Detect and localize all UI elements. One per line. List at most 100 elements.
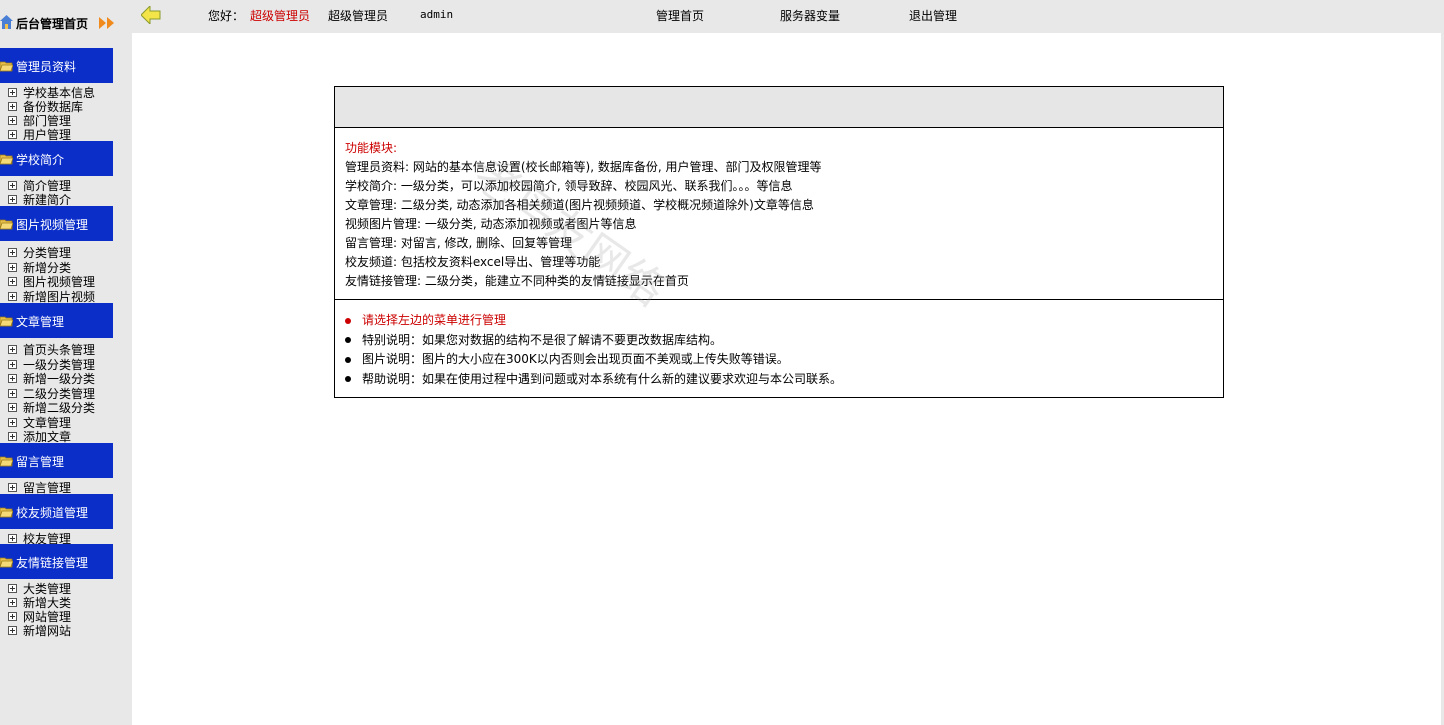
sidebar-menu-item[interactable]: 新增分类: [8, 259, 71, 275]
sidebar-section-header[interactable]: 友情链接管理: [0, 544, 113, 579]
note-line: 图片说明：图片的大小应在300K以内否则会出现页面不美观或上传失败等错误。: [345, 350, 842, 370]
sidebar-menu-item[interactable]: 学校基本信息: [8, 84, 95, 100]
sidebar-section-header[interactable]: 文章管理: [0, 303, 113, 338]
sidebar-menu-item[interactable]: 分类管理: [8, 244, 71, 260]
sidebar-section-header[interactable]: 学校简介: [0, 141, 113, 176]
sidebar-section-label: 学校简介: [16, 153, 65, 167]
plus-box-icon: [8, 88, 17, 97]
plus-box-icon: [8, 130, 17, 139]
sidebar-menu-item[interactable]: 新增二级分类: [8, 399, 95, 415]
sidebar-menu-item[interactable]: 大类管理: [8, 580, 71, 596]
sidebar-section-label: 留言管理: [16, 455, 65, 469]
sidebar-section-label: 友情链接管理: [16, 556, 89, 570]
notice-select-menu: 请选择左边的菜单进行管理: [345, 311, 842, 331]
sidebar-menu-item-label: 用户管理: [23, 128, 72, 142]
sidebar-section-header[interactable]: 校友频道管理: [0, 494, 113, 529]
back-arrow-icon[interactable]: [141, 6, 161, 24]
brand-title: 后台管理首页: [16, 17, 89, 31]
sidebar-menu-item-label: 添加文章: [23, 430, 72, 444]
greeting-label: 您好：: [208, 9, 245, 23]
plus-box-icon: [8, 432, 17, 441]
note-line: 帮助说明：如果在使用过程中遇到问题或对本系统有什么新的建议要求欢迎与本公司联系。: [345, 370, 842, 390]
plus-box-icon: [8, 116, 17, 125]
folder-icon: [0, 219, 13, 230]
module-line: 管理员资料: 网站的基本信息设置(校长邮箱等), 数据库备份, 用户管理、部门及…: [345, 160, 822, 174]
home-icon: [0, 15, 13, 29]
top-bar: 您好： 超级管理员 超级管理员 admin 管理首页 服务器变量 退出管理: [132, 0, 1441, 33]
sidebar-section-header[interactable]: 管理员资料: [0, 48, 113, 83]
sidebar-menu-item[interactable]: 简介管理: [8, 177, 71, 193]
folder-icon: [0, 456, 13, 467]
plus-box-icon: [8, 359, 17, 369]
nav-logout[interactable]: 退出管理: [909, 7, 957, 24]
note-text: 帮助说明：如果在使用过程中遇到问题或对本系统有什么新的建议要求欢迎与本公司联系。: [362, 371, 843, 386]
folder-icon: [0, 316, 13, 327]
bullet-icon: [345, 317, 351, 324]
plus-box-icon: [8, 598, 17, 607]
brand-header[interactable]: 后台管理首页: [0, 8, 132, 38]
panel-header: [335, 87, 1223, 128]
sidebar-menu-item[interactable]: 一级分类管理: [8, 356, 95, 372]
notes-list: 请选择左边的菜单进行管理特别说明：如果您对数据的结构不是很了解请不要更改数据库结…: [345, 311, 842, 389]
note-text: 特别说明：如果您对数据的结构不是很了解请不要更改数据库结构。: [362, 332, 723, 347]
sidebar-menu-item[interactable]: 图片视频管理: [8, 273, 95, 289]
plus-box-icon: [8, 102, 17, 111]
plus-box-icon: [8, 483, 17, 492]
bullet-icon: [345, 376, 351, 382]
sidebar-menu-item[interactable]: 新增大类: [8, 594, 71, 610]
sidebar-section-label: 图片视频管理: [16, 218, 89, 232]
plus-box-icon: [8, 374, 17, 383]
sidebar-menu-item[interactable]: 新建简介: [8, 191, 72, 207]
sidebar-section-label: 校友频道管理: [16, 506, 89, 520]
plus-box-icon: [8, 417, 17, 427]
sidebar-menu-item[interactable]: 首页头条管理: [8, 341, 95, 357]
user-name: 超级管理员: [328, 9, 389, 23]
sidebar-section-label: 管理员资料: [16, 60, 77, 74]
sidebar-menu-item-label: 新增网站: [23, 624, 72, 638]
sidebar-menu-item-label: 留言管理: [23, 481, 72, 495]
sidebar-section-header[interactable]: 留言管理: [0, 443, 113, 478]
folder-icon: [0, 61, 13, 72]
plus-box-icon: [8, 195, 17, 204]
panel-divider: [335, 299, 1223, 300]
nav-server-variables[interactable]: 服务器变量: [780, 7, 840, 24]
sidebar-menu-item[interactable]: 备份数据库: [8, 98, 83, 114]
sidebar: 后台管理首页 管理员资料 学校基本信息 备份数据库 部门管理 用户管理 学校简介 简介管理新…: [0, 0, 132, 725]
module-line: 学校简介: 一级分类，可以添加校园简介, 领导致辞、校园风光、联系我们。。。等信…: [345, 179, 793, 193]
note-text: 请选择左边的菜单进行管理: [362, 313, 507, 327]
sidebar-menu-item[interactable]: 网站管理: [8, 608, 71, 624]
folder-icon: [0, 154, 13, 165]
sidebar-section-label: 文章管理: [16, 315, 65, 329]
double-arrow-icon: [99, 17, 114, 29]
sidebar-menu-item[interactable]: 新增一级分类: [8, 370, 95, 386]
plus-box-icon: [8, 181, 17, 190]
account-name: admin: [420, 8, 454, 21]
user-role: 超级管理员: [250, 9, 311, 23]
folder-icon: [0, 557, 13, 568]
plus-box-icon: [8, 388, 17, 398]
sidebar-menu-item-label: 新增图片视频: [23, 290, 96, 305]
sidebar-menu-item[interactable]: 二级分类管理: [8, 385, 95, 401]
plus-box-icon: [8, 584, 17, 593]
sidebar-menu-item[interactable]: 新增图片视频: [8, 288, 96, 305]
sidebar-menu-item[interactable]: 文章管理: [8, 414, 71, 430]
plus-box-icon: [8, 277, 17, 287]
note-line: 特别说明：如果您对数据的结构不是很了解请不要更改数据库结构。: [345, 331, 842, 351]
sidebar-menu-item[interactable]: 校友管理: [8, 530, 71, 546]
sidebar-menu-item-label: 新建简介: [23, 193, 72, 207]
note-text: 图片说明：图片的大小应在300K以内否则会出现页面不美观或上传失败等错误。: [362, 352, 789, 366]
sidebar-menu-item[interactable]: 留言管理: [8, 479, 72, 495]
nav-admin-home[interactable]: 管理首页: [656, 7, 704, 24]
bullet-icon: [345, 356, 351, 363]
sidebar-section-header[interactable]: 图片视频管理: [0, 206, 113, 241]
plus-box-icon: [8, 403, 17, 412]
sidebar-menu-item[interactable]: 添加文章: [8, 428, 72, 444]
plus-box-icon: [8, 534, 17, 543]
modules-title: 功能模块:: [345, 141, 398, 155]
sidebar-menu-item[interactable]: 新增网站: [8, 622, 72, 638]
sidebar-menu-item[interactable]: 部门管理: [8, 112, 71, 128]
plus-box-icon: [8, 345, 17, 354]
plus-box-icon: [8, 262, 17, 272]
plus-box-icon: [8, 292, 17, 302]
sidebar-menu-item[interactable]: 用户管理: [8, 126, 72, 142]
